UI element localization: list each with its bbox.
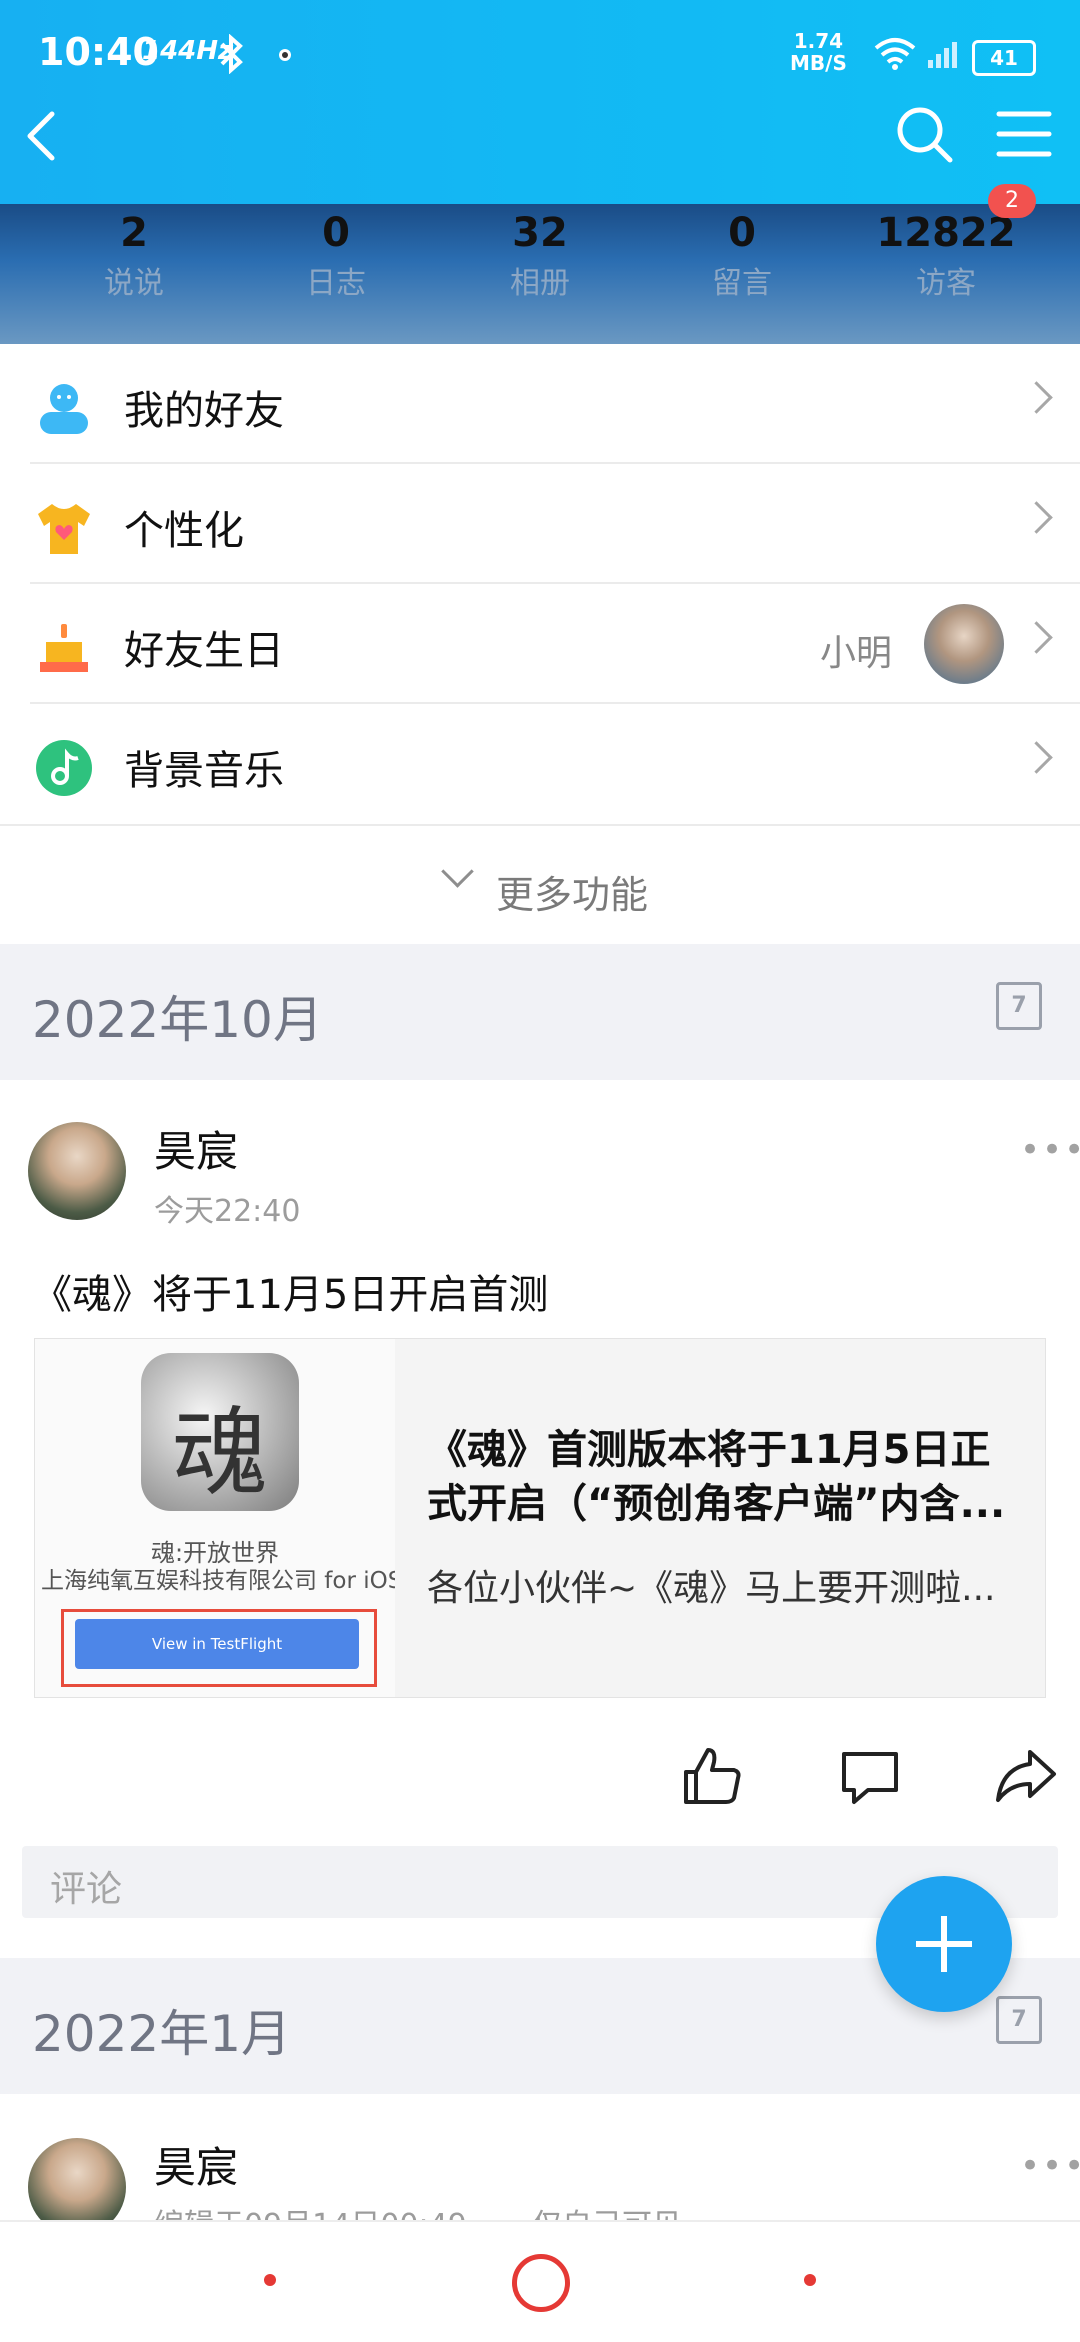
menu-label: 我的好友 [124,388,284,434]
back-arrow-icon[interactable] [22,108,58,164]
post-more-icon[interactable]: ••• [1020,2146,1080,2186]
network-speed: 1.74 MB/S [790,29,847,75]
calendar-icon[interactable]: 7 [996,1996,1042,2044]
more-functions-label: 更多功能 [496,873,649,917]
menu-item-music[interactable]: 背景音乐 [0,704,1080,824]
nav-back-button[interactable] [804,2274,816,2286]
birthday-friend-name: 小明 [820,633,893,674]
chevron-down-icon [441,855,474,888]
chevron-right-icon [1020,621,1053,654]
calendar-icon[interactable]: 7 [996,982,1042,1030]
friends-icon [40,384,88,434]
signal-icon [928,42,957,68]
wifi-icon [874,38,916,70]
post-author-avatar[interactable] [28,1122,126,1220]
app-icon: 魂 [141,1353,299,1511]
search-icon[interactable] [894,104,954,164]
post-time: 今天22:40 [154,1194,301,1229]
menu-label: 好友生日 [124,628,284,674]
stat-messages[interactable]: 0 留言 [652,204,832,302]
battery-indicator: 41 [972,40,1036,76]
app-company: 上海纯氧互娱科技有限公司 for iOS [41,1568,395,1594]
stat-blogs[interactable]: 0 日志 [246,204,426,302]
like-icon[interactable] [680,1744,744,1808]
menu-item-personalize[interactable]: 个性化 [0,464,1080,584]
bluetooth-icon [220,34,243,74]
menu-label: 背景音乐 [124,748,284,794]
cake-icon [40,624,88,672]
system-navigation-bar [0,2220,1080,2342]
chevron-right-icon [1020,381,1053,414]
post-author-name[interactable]: 昊宸 [154,1118,238,1179]
link-title: 《魂》首测版本将于11月5日正式开启（“预创角客户端”内含... [427,1427,1006,1527]
post-author-name[interactable]: 昊宸 [154,2134,238,2195]
comment-icon[interactable] [838,1744,902,1808]
month-header: 2022年10月 7 [0,944,1080,1080]
month-title: 2022年1月 [32,2005,292,2063]
stat-posts[interactable]: 2 说说 [44,204,224,302]
link-thumbnail: 魂 魂:开放世界 上海纯氧互娱科技有限公司 for iOS View in Te… [35,1339,395,1697]
menu-label: 个性化 [124,508,244,554]
chevron-right-icon [1020,741,1053,774]
menu-icon[interactable] [996,108,1052,160]
post-text: 《魂》将于11月5日开启首测 [32,1272,549,1318]
tshirt-icon [38,504,90,554]
notification-icon [279,49,291,61]
menu-item-friends[interactable]: 我的好友 [0,344,1080,464]
nav-home-button[interactable] [512,2254,570,2312]
status-time: 10:40 [38,30,159,74]
nav-menu-button[interactable] [264,2274,276,2286]
music-icon [36,740,92,796]
add-post-button[interactable] [876,1876,1012,2012]
share-icon[interactable] [994,1744,1058,1808]
testflight-button: View in TestFlight [75,1619,359,1669]
menu-item-birthday[interactable]: 好友生日 小明 [0,584,1080,704]
stat-albums[interactable]: 32 相册 [450,204,630,302]
top-header: 10:40 144Hz 1.74 MB/S 41 [0,0,1080,204]
birthday-friend-avatar [924,604,1004,684]
more-functions-button[interactable]: 更多功能 [0,826,1080,944]
month-title: 2022年10月 [32,991,323,1049]
stat-visitors[interactable]: 12822 访客 [856,204,1036,302]
link-description: 各位小伙伴~《魂》马上要开测啦... [427,1568,996,1609]
profile-stats-banner: 2 说说 0 日志 32 相册 0 留言 12822 访客 [0,204,1080,344]
shared-link-card[interactable]: 魂 魂:开放世界 上海纯氧互娱科技有限公司 for iOS View in Te… [34,1338,1046,1698]
post-more-icon[interactable]: ••• [1020,1130,1080,1170]
visitor-badge: 2 [988,184,1036,218]
chevron-right-icon [1020,501,1053,534]
